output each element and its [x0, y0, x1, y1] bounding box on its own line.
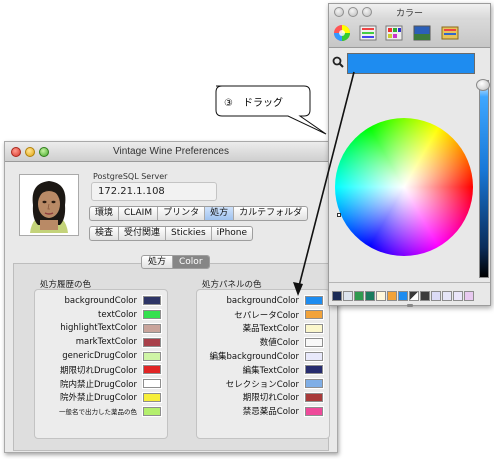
palette-swatch[interactable] — [354, 291, 364, 301]
tab-printer[interactable]: プリンタ — [158, 207, 206, 220]
palette-swatch[interactable] — [409, 291, 419, 301]
history-row-expired-drug: 期限切れDrugColor — [35, 363, 162, 377]
palette-swatch[interactable] — [343, 291, 353, 301]
panel-row-edit-background: 編集backgroundColor — [197, 349, 324, 363]
prescription-subtabs: 処方 Color — [141, 255, 210, 269]
palette-swatch[interactable] — [332, 291, 342, 301]
color-well[interactable] — [304, 364, 324, 376]
color-well[interactable] — [142, 378, 162, 390]
palette-swatch[interactable] — [431, 291, 441, 301]
palette-swatch[interactable] — [398, 291, 408, 301]
history-row-text: textColor — [35, 308, 162, 322]
server-address-field[interactable]: 172.21.1.108 — [91, 182, 217, 201]
palette-swatch[interactable] — [420, 291, 430, 301]
subtab-prescription[interactable]: 処方 — [142, 256, 174, 268]
palette-swatch[interactable] — [365, 291, 375, 301]
color-well[interactable] — [142, 350, 162, 362]
preferences-titlebar: Vintage Wine Preferences — [5, 142, 337, 162]
panel-row-drug-text: 薬品TextColor — [197, 322, 324, 336]
preferences-tabs-row2: 検査 受付関連 Stickies iPhone — [89, 226, 254, 241]
color-well[interactable] — [142, 391, 162, 403]
color-well[interactable] — [304, 391, 324, 403]
user-avatar-image — [19, 174, 79, 236]
palette-swatch[interactable] — [387, 291, 397, 301]
history-row-inhouse-banned: 院内禁止DrugColor — [35, 377, 162, 391]
color-wheel[interactable] — [335, 118, 473, 256]
tab-reception[interactable]: 受付関連 — [119, 227, 167, 240]
history-row-outside-banned: 院外禁止DrugColor — [35, 391, 162, 405]
color-well[interactable] — [142, 322, 162, 334]
color-settings-panel: 処方履歴の色 処方パネルの色 backgroundColor textColor… — [13, 263, 330, 451]
history-row-background: backgroundColor — [35, 294, 162, 308]
server-label: PostgreSQL Server — [93, 172, 168, 181]
color-well[interactable] — [142, 364, 162, 376]
history-row-generic-name-output: 一般名で出力した薬品の色 — [35, 404, 162, 418]
color-wheel-mode-icon[interactable] — [333, 24, 351, 42]
palette-divider — [329, 282, 490, 283]
brightness-slider[interactable] — [479, 80, 489, 278]
panel-row-number: 数値Color — [197, 335, 324, 349]
subtab-color[interactable]: Color — [173, 256, 209, 268]
tab-prescription[interactable]: 処方 — [205, 207, 235, 220]
color-well[interactable] — [142, 309, 162, 321]
history-row-generic-drug: genericDrugColor — [35, 349, 162, 363]
color-well[interactable] — [304, 336, 324, 348]
color-well[interactable] — [304, 309, 324, 321]
color-well[interactable] — [142, 295, 162, 307]
color-well[interactable] — [142, 336, 162, 348]
panel-row-separator: セパレータColor — [197, 308, 324, 322]
window-title: Vintage Wine Preferences — [113, 146, 229, 157]
palette-swatch[interactable] — [453, 291, 463, 301]
color-panel-title: カラー — [395, 8, 423, 18]
palette-resize-handle[interactable] — [407, 304, 413, 307]
color-panel-toolbar — [329, 20, 490, 48]
palette-swatch[interactable] — [464, 291, 474, 301]
tab-lab[interactable]: 検査 — [90, 227, 120, 240]
color-well[interactable] — [304, 378, 324, 390]
preferences-window: Vintage Wine Preferences PostgreSQL Serv… — [4, 141, 338, 453]
brightness-slider-knob[interactable] — [476, 79, 490, 91]
tab-chart-folder[interactable]: カルテフォルダ — [234, 207, 307, 220]
color-well[interactable] — [304, 350, 324, 362]
panel-row-selection: セレクションColor — [197, 377, 324, 391]
history-row-mark-text: markTextColor — [35, 335, 162, 349]
magnifier-icon[interactable] — [332, 56, 344, 71]
tab-environment[interactable]: 環境 — [90, 207, 120, 220]
tab-claim[interactable]: CLAIM — [119, 207, 159, 220]
tab-iphone[interactable]: iPhone — [212, 227, 252, 240]
crayons-mode-icon[interactable] — [441, 24, 459, 42]
color-sliders-mode-icon[interactable] — [359, 24, 377, 42]
color-well[interactable] — [304, 295, 324, 307]
color-well[interactable] — [142, 405, 162, 417]
callout-text: ③ ドラッグ — [224, 98, 283, 109]
color-well[interactable] — [304, 405, 324, 417]
panel-row-expired: 期限切れColor — [197, 391, 324, 405]
preferences-tabs-row1: 環境 CLAIM プリンタ 処方 カルテフォルダ — [89, 206, 309, 221]
history-colors-group: backgroundColor textColor highlightTextC… — [34, 289, 168, 439]
color-well[interactable] — [304, 322, 324, 334]
palette-swatch[interactable] — [442, 291, 452, 301]
image-palettes-mode-icon[interactable] — [413, 24, 431, 42]
color-swatch-palette — [332, 291, 475, 301]
panel-colors-group: backgroundColor セパレータColor 薬品TextColor 数… — [196, 289, 330, 439]
history-row-highlight-text: highlightTextColor — [35, 322, 162, 336]
panel-row-edit-text: 編集TextColor — [197, 363, 324, 377]
palette-swatch[interactable] — [376, 291, 386, 301]
color-palettes-mode-icon[interactable] — [385, 24, 403, 42]
selected-color-well[interactable] — [347, 53, 475, 74]
color-panel-window: カラー — [328, 3, 491, 307]
tab-stickies[interactable]: Stickies — [166, 227, 212, 240]
history-colors-list: backgroundColor textColor highlightTextC… — [35, 294, 162, 418]
panel-row-background: backgroundColor — [197, 294, 324, 308]
color-wheel-cursor[interactable] — [337, 213, 341, 217]
panel-row-contraindicated: 禁忌薬品Color — [197, 404, 324, 418]
color-panel-titlebar: カラー — [329, 4, 490, 20]
panel-colors-list: backgroundColor セパレータColor 薬品TextColor 数… — [197, 294, 324, 418]
